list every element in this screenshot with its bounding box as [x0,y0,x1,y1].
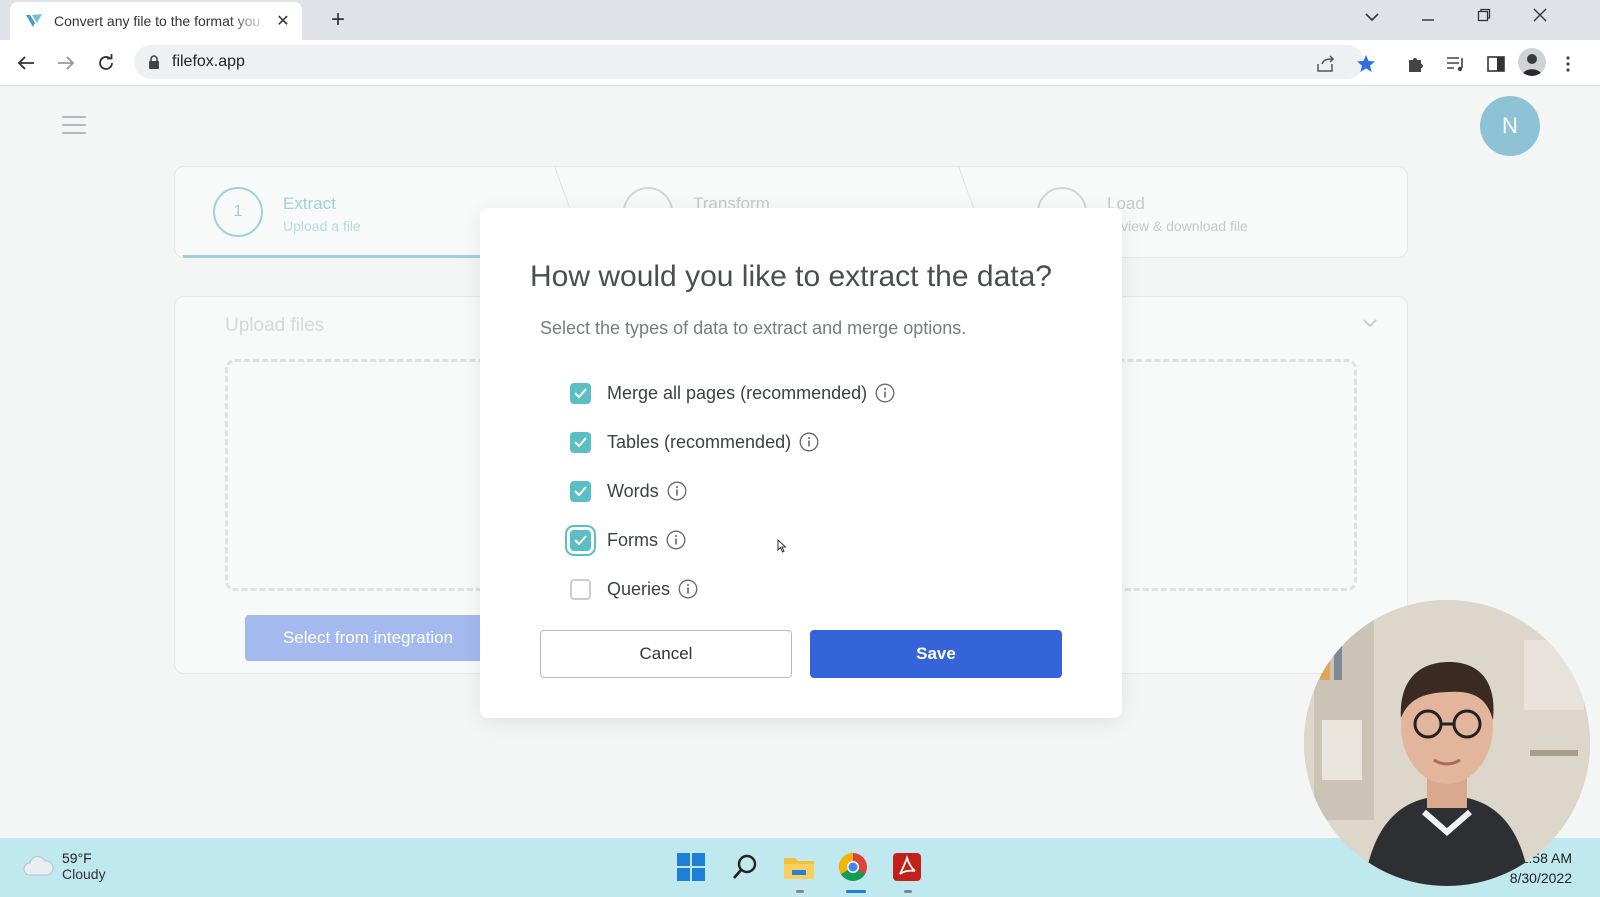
option-merge-all-pages[interactable]: Merge all pages (recommended) [570,378,895,408]
weather-temperature: 59°F [62,850,92,866]
search-icon[interactable] [728,850,762,884]
restore-icon[interactable] [1464,4,1504,32]
browser-profile-avatar[interactable] [1518,48,1546,76]
share-icon[interactable] [1314,52,1338,76]
extensions-puzzle-icon[interactable] [1404,52,1428,76]
new-tab-plus-icon[interactable]: + [324,6,352,34]
step-1-circle: 1 [213,187,263,237]
merge-all-pages-checkbox[interactable] [570,382,591,404]
option-tables[interactable]: Tables (recommended) [570,427,819,457]
webcam-overlay [1304,600,1590,886]
words-label: Words [607,480,659,501]
close-window-icon[interactable] [1520,4,1560,32]
queries-checkbox[interactable] [570,578,591,600]
running-indicator [904,890,912,893]
cancel-button[interactable]: Cancel [540,630,792,678]
side-panel-icon[interactable] [1484,52,1508,76]
hamburger-menu-icon[interactable] [62,116,86,134]
step-1-title: Extract [283,194,336,213]
modal-title: How would you like to extract the data? [530,260,1052,293]
words-checkbox[interactable] [570,480,591,502]
upload-files-heading: Upload files [225,315,325,336]
presenter-video-icon [1304,600,1590,886]
queries-label: Queries [607,578,671,599]
user-avatar[interactable]: N [1480,96,1540,156]
url-text: filefox.app [172,53,245,70]
browser-menu-icon[interactable] [1556,52,1580,76]
clock-date: 8/30/2022 [1509,870,1572,886]
step-3-subtitle: view & download file [1121,218,1248,234]
chrome-icon[interactable] [836,850,870,884]
merge-all-pages-label: Merge all pages (recommended) [607,382,868,403]
step-progress-indicator [183,255,483,258]
option-queries[interactable]: Queries [570,574,698,604]
minimize-icon[interactable] [1408,4,1448,32]
forms-checkbox[interactable] [570,529,591,551]
info-icon[interactable] [678,579,698,599]
lock-icon [148,55,160,69]
forward-arrow-icon[interactable] [52,50,80,76]
file-explorer-icon[interactable] [782,850,816,884]
tab-search-chevron-icon[interactable] [1352,4,1392,32]
active-app-indicator [846,890,866,893]
cloud-icon [23,856,54,876]
media-queue-icon[interactable] [1444,52,1468,76]
reload-icon[interactable] [92,50,120,76]
browser-toolbar: filefox.app [0,40,1600,86]
info-icon[interactable] [875,383,895,403]
step-1-subtitle: Upload a file [283,218,361,234]
bookmark-star-icon[interactable] [1354,52,1378,76]
forms-label: Forms [607,529,658,550]
acrobat-icon[interactable] [890,850,924,884]
back-arrow-icon[interactable] [12,50,40,76]
tab-close-icon[interactable]: ✕ [274,11,292,31]
modal-subtitle: Select the types of data to extract and … [540,318,967,338]
address-bar[interactable]: filefox.app [134,45,1364,79]
weather-condition: Cloudy [62,866,106,882]
select-from-integration-button[interactable]: Select from integration [245,615,491,661]
save-button[interactable]: Save [810,630,1062,678]
mouse-cursor-icon [777,538,787,558]
option-forms[interactable]: Forms [570,525,686,555]
tables-checkbox[interactable] [570,431,591,453]
browser-tab[interactable]: Convert any file to the format you ✕ [10,2,302,40]
tables-label: Tables (recommended) [607,431,792,452]
option-words[interactable]: Words [570,476,687,506]
chevron-down-icon[interactable] [1363,315,1377,333]
weather-widget[interactable]: 59°F Cloudy [22,850,106,882]
info-icon[interactable] [799,432,819,452]
extract-options-modal: How would you like to extract the data? … [480,208,1122,718]
running-indicator [796,890,804,893]
windows-start-icon[interactable] [674,850,708,884]
browser-tabstrip: Convert any file to the format you ✕ + [0,0,1600,40]
info-icon[interactable] [667,481,687,501]
tab-title: Convert any file to the format you [54,13,261,29]
filefox-logo-icon [26,14,42,27]
info-icon[interactable] [666,530,686,550]
